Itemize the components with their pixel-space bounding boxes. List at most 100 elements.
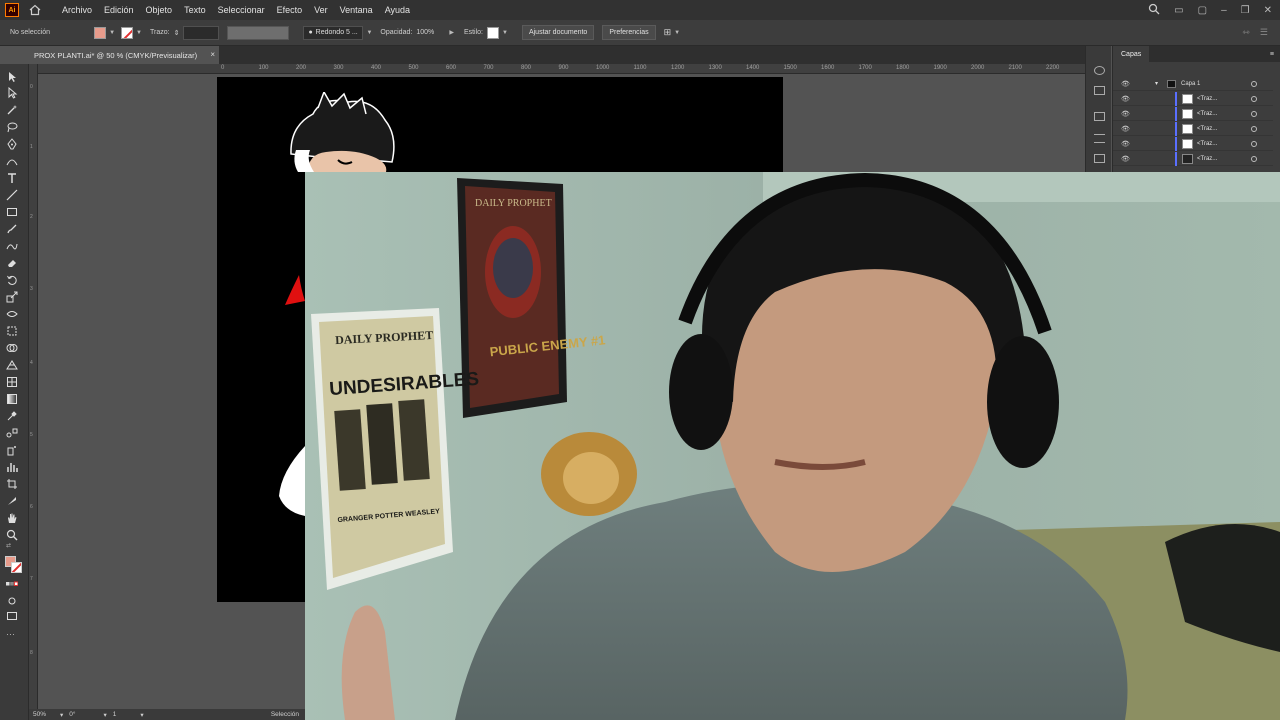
chevron-down-icon[interactable]: ▼ bbox=[674, 30, 680, 36]
shaper-tool-icon[interactable] bbox=[6, 239, 20, 251]
menu-texto[interactable]: Texto bbox=[178, 5, 212, 15]
eye-icon[interactable]: 👁 bbox=[1121, 155, 1130, 163]
artboard-number[interactable]: 1 bbox=[113, 711, 117, 718]
hand-tool-icon[interactable] bbox=[6, 511, 20, 523]
draw-mode-icon[interactable] bbox=[6, 594, 20, 606]
style-swatch[interactable] bbox=[487, 26, 499, 39]
panel-menu-icon[interactable]: ≡ bbox=[1270, 51, 1274, 58]
direct-selection-tool-icon[interactable] bbox=[6, 86, 20, 99]
chevron-down-icon[interactable]: ▾ bbox=[1155, 80, 1158, 87]
fill-swatch[interactable] bbox=[94, 26, 107, 39]
chevron-right-icon[interactable]: ▶ bbox=[449, 29, 454, 36]
chevron-down-icon[interactable]: ▼ bbox=[109, 30, 115, 36]
zoom-tool-icon[interactable] bbox=[6, 528, 20, 541]
layer-row-child[interactable]: 👁 <Traz... bbox=[1113, 92, 1273, 106]
rotation-value[interactable]: 0° bbox=[69, 711, 75, 718]
layer-row-parent[interactable]: 👁 ▾ Capa 1 bbox=[1113, 77, 1273, 91]
line-tool-icon[interactable] bbox=[6, 188, 20, 201]
stroke-control[interactable]: ▼ bbox=[121, 26, 142, 39]
transform-icon[interactable] bbox=[1094, 154, 1105, 163]
layer-row-child[interactable]: 👁 <Traz... bbox=[1113, 152, 1273, 166]
eye-icon[interactable]: 👁 bbox=[1121, 110, 1130, 118]
stroke-swatch[interactable] bbox=[121, 26, 134, 39]
stroke-stepper-icon[interactable]: ⇕ bbox=[174, 29, 180, 37]
rectangle-tool-icon[interactable] bbox=[6, 205, 20, 217]
opacity-label[interactable]: Opacidad: bbox=[380, 29, 412, 36]
close-icon[interactable]: × bbox=[210, 50, 215, 59]
collapse-icon[interactable]: ⇿ bbox=[1242, 27, 1250, 38]
arrange-documents-icon[interactable]: ⊞ bbox=[664, 27, 672, 38]
chevron-down-icon[interactable]: ▼ bbox=[502, 30, 508, 36]
symbol-sprayer-tool-icon[interactable] bbox=[6, 443, 20, 456]
stroke-color-swatch[interactable] bbox=[11, 562, 22, 573]
eye-icon[interactable]: 👁 bbox=[1121, 125, 1130, 133]
adjust-document-button[interactable]: Ajustar documento bbox=[521, 25, 595, 40]
tab-layers[interactable]: Capas bbox=[1113, 46, 1150, 62]
mesh-tool-icon[interactable] bbox=[6, 375, 20, 387]
home-icon[interactable] bbox=[29, 4, 41, 16]
gradient-tool-icon[interactable] bbox=[6, 392, 20, 404]
eye-icon[interactable]: 👁 bbox=[1121, 140, 1130, 148]
libraries-icon[interactable] bbox=[1094, 112, 1105, 121]
fill-control[interactable]: ▼ bbox=[94, 26, 115, 39]
eyedropper-tool-icon[interactable] bbox=[6, 409, 20, 421]
arrange-icon[interactable]: ▢ bbox=[1198, 5, 1207, 16]
paintbrush-tool-icon[interactable] bbox=[6, 222, 20, 234]
chevron-down-icon[interactable]: ▾ bbox=[60, 711, 63, 719]
eye-icon[interactable]: 👁 bbox=[1121, 80, 1130, 88]
target-icon[interactable] bbox=[1251, 110, 1257, 117]
stroke-weight-input[interactable] bbox=[183, 25, 220, 40]
menu-objeto[interactable]: Objeto bbox=[140, 5, 179, 15]
preferences-button[interactable]: Preferencias bbox=[602, 25, 656, 40]
menu-edicion[interactable]: Edición bbox=[98, 5, 140, 15]
layer-row-child[interactable]: 👁 <Traz... bbox=[1113, 107, 1273, 121]
align-icon[interactable] bbox=[1094, 134, 1105, 143]
close-icon[interactable]: ✕ bbox=[1264, 5, 1272, 16]
layer-row-child[interactable]: 👁 <Traz... bbox=[1113, 122, 1273, 136]
perspective-grid-tool-icon[interactable] bbox=[6, 358, 20, 370]
column-graph-tool-icon[interactable] bbox=[6, 460, 20, 472]
target-icon[interactable] bbox=[1251, 140, 1257, 147]
menu-ver[interactable]: Ver bbox=[308, 5, 334, 15]
variable-width-profile[interactable] bbox=[227, 25, 290, 40]
shape-builder-tool-icon[interactable] bbox=[6, 341, 20, 353]
chevron-down-icon[interactable]: ▾ bbox=[140, 711, 143, 719]
workspace-icon[interactable]: ▭ bbox=[1174, 5, 1183, 16]
menu-seleccionar[interactable]: Seleccionar bbox=[212, 5, 271, 15]
screen-mode-icon[interactable] bbox=[6, 609, 20, 621]
target-icon[interactable] bbox=[1251, 155, 1257, 162]
layer-row-child[interactable]: 👁 <Traz... bbox=[1113, 137, 1273, 151]
target-icon[interactable] bbox=[1251, 125, 1257, 132]
scale-tool-icon[interactable] bbox=[6, 290, 20, 303]
panel-menu-icon[interactable]: ☰ bbox=[1260, 27, 1268, 38]
brush-definition-select[interactable]: ● Redondo 5 ... bbox=[303, 25, 364, 40]
edit-toolbar-icon[interactable]: ··· bbox=[6, 629, 20, 641]
menu-archivo[interactable]: Archivo bbox=[56, 5, 98, 15]
blend-tool-icon[interactable] bbox=[6, 426, 20, 438]
target-icon[interactable] bbox=[1251, 95, 1257, 102]
lasso-tool-icon[interactable] bbox=[6, 120, 20, 133]
zoom-level[interactable]: 50% bbox=[33, 711, 46, 718]
search-icon[interactable] bbox=[1148, 3, 1160, 18]
minimize-icon[interactable]: – bbox=[1221, 5, 1227, 16]
properties-icon[interactable] bbox=[1094, 86, 1105, 95]
swap-fill-stroke-icon[interactable]: ⇄ bbox=[6, 542, 20, 554]
appearance-icon[interactable] bbox=[1094, 66, 1105, 75]
color-mode-icons[interactable] bbox=[6, 578, 20, 590]
document-tab[interactable]: PROX PLANTI.ai* @ 50 % (CMYK/Previsualiz… bbox=[29, 46, 219, 64]
chevron-down-icon[interactable]: ▼ bbox=[366, 30, 372, 36]
pen-tool-icon[interactable] bbox=[6, 137, 20, 150]
target-icon[interactable] bbox=[1251, 80, 1257, 87]
chevron-down-icon[interactable]: ▾ bbox=[104, 711, 107, 719]
type-tool-icon[interactable] bbox=[6, 171, 20, 183]
eye-icon[interactable]: 👁 bbox=[1121, 95, 1130, 103]
free-transform-tool-icon[interactable] bbox=[6, 324, 20, 336]
magic-wand-tool-icon[interactable] bbox=[6, 103, 20, 115]
restore-icon[interactable]: ❐ bbox=[1241, 5, 1250, 16]
eraser-tool-icon[interactable] bbox=[6, 256, 20, 268]
menu-ayuda[interactable]: Ayuda bbox=[379, 5, 416, 15]
rotate-tool-icon[interactable] bbox=[6, 273, 20, 285]
menu-efecto[interactable]: Efecto bbox=[271, 5, 309, 15]
slice-tool-icon[interactable] bbox=[6, 494, 20, 506]
width-tool-icon[interactable] bbox=[6, 307, 20, 319]
